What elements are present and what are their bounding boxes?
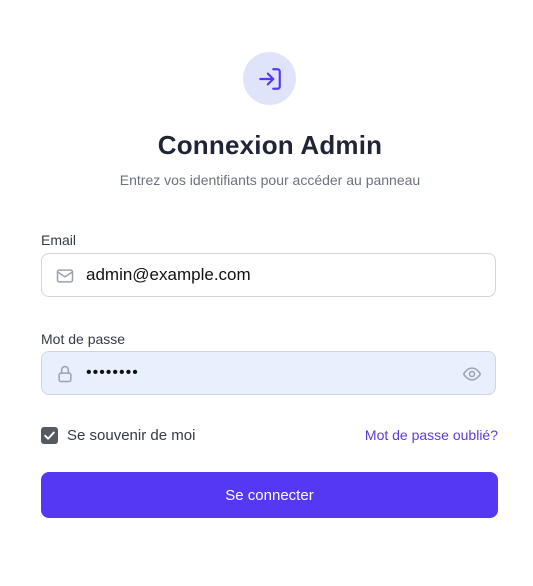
remember-label: Se souvenir de moi: [67, 426, 196, 444]
login-button[interactable]: Se connecter: [41, 472, 498, 518]
remember-checkbox[interactable]: [41, 426, 58, 444]
forgot-password-link[interactable]: Mot de passe oublié?: [365, 427, 498, 443]
email-field[interactable]: [86, 254, 456, 296]
page-subtitle: Entrez vos identifiants pour accéder au …: [119, 172, 421, 188]
remember-me[interactable]: Se souvenir de moi: [41, 426, 195, 444]
lock-icon: [54, 363, 76, 385]
password-label: Mot de passe: [41, 331, 126, 347]
eye-icon[interactable]: [461, 363, 483, 385]
mail-icon: [54, 265, 76, 287]
password-field-wrapper: [41, 351, 496, 395]
email-field-wrapper: [41, 253, 496, 297]
email-label: Email: [41, 232, 77, 248]
password-field[interactable]: [86, 352, 456, 394]
login-icon: [258, 67, 281, 90]
login-logo: [243, 52, 296, 105]
checkmark-icon: [44, 431, 55, 440]
page-title: Connexion Admin: [157, 130, 383, 160]
